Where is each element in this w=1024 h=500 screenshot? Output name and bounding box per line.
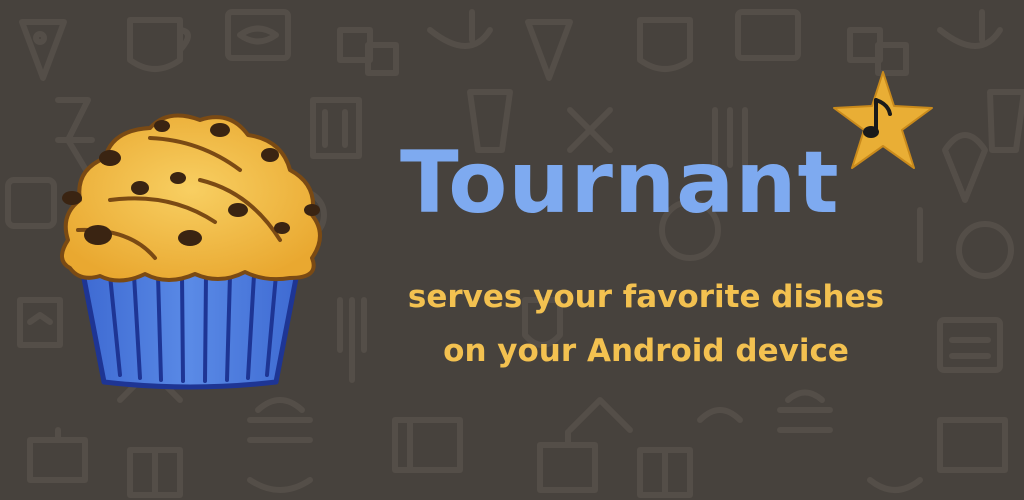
feature-banner: Tournant serves your favorite dishes on … bbox=[0, 0, 1024, 500]
muffin-logo-icon bbox=[60, 113, 322, 390]
star-music-note-icon bbox=[833, 71, 933, 169]
app-title: Tournant bbox=[400, 133, 840, 233]
tagline-line-1: serves your favorite dishes bbox=[407, 279, 885, 315]
tagline-line-2: on your Android device bbox=[443, 333, 849, 369]
